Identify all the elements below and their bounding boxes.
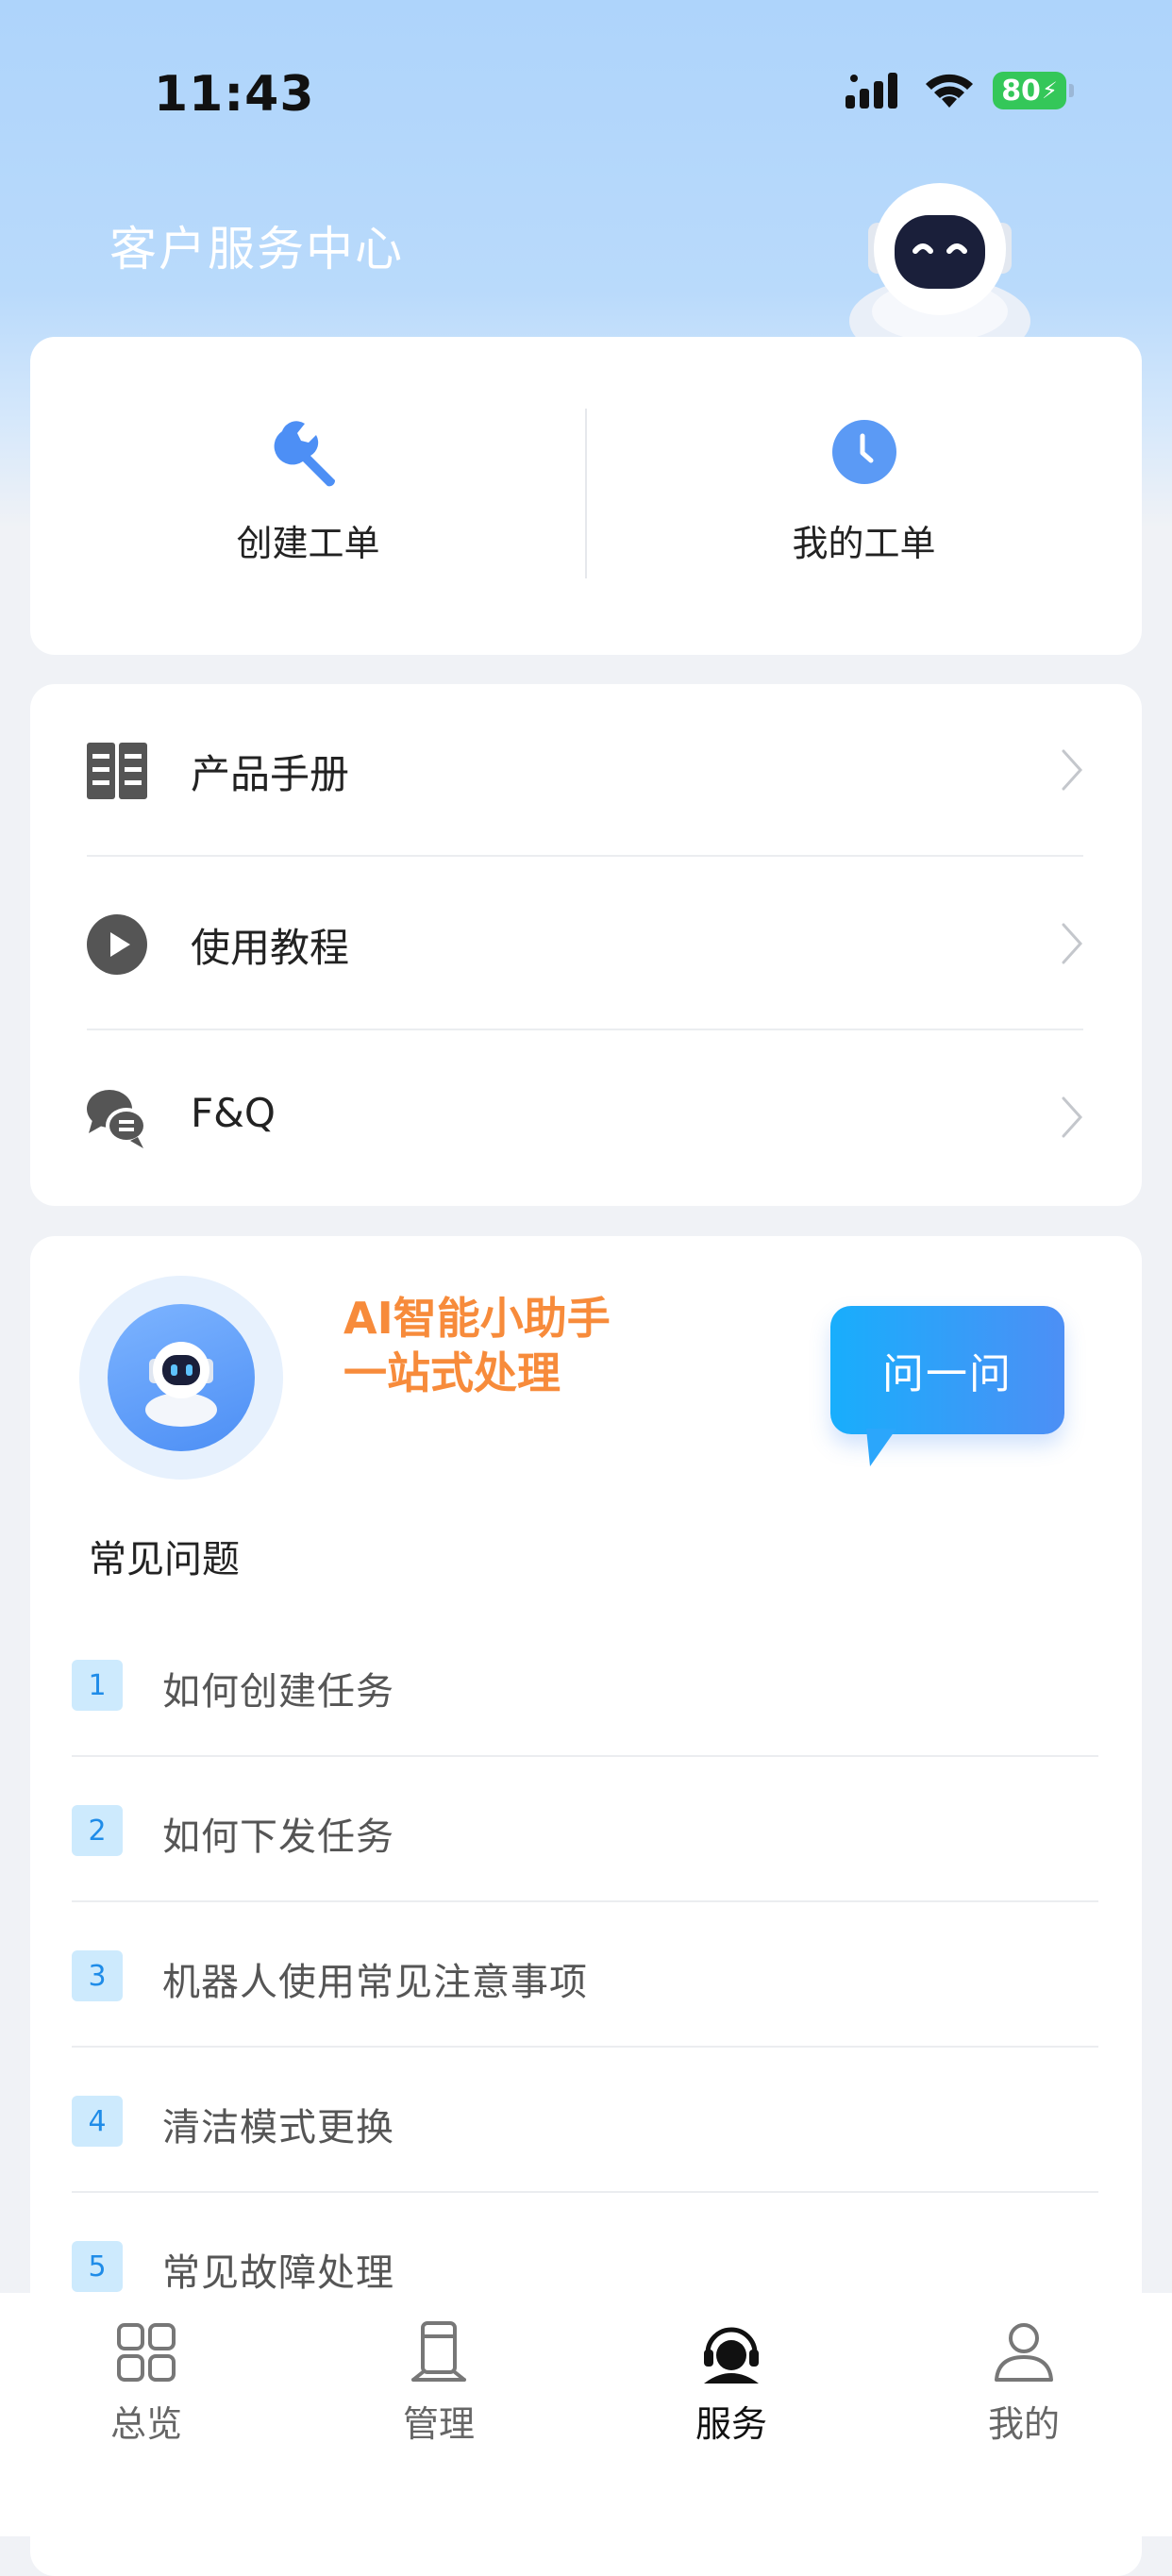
tab-service[interactable]: 服务: [585, 2319, 878, 2470]
faq-question: 如何下发任务: [162, 1815, 394, 1859]
assistant-title: AI智能小助手 一站式处理: [343, 1291, 611, 1400]
status-time: 11:43: [154, 66, 315, 123]
menu-item-label: 产品手册: [191, 751, 350, 797]
device-icon: [411, 2321, 466, 2382]
clock-icon: [829, 416, 900, 488]
person-icon: [995, 2323, 1053, 2382]
robot-mascot-icon: [849, 183, 1030, 340]
faq-item[interactable]: 4 清洁模式更换: [72, 2048, 1098, 2193]
faq-number-badge: 1: [72, 1660, 123, 1711]
ask-button[interactable]: 问一问: [830, 1306, 1064, 1434]
faq-item[interactable]: 2 如何下发任务: [72, 1757, 1098, 1902]
quick-actions-card: 创建工单 我的工单: [30, 337, 1142, 655]
faq-question: 机器人使用常见注意事项: [162, 1961, 588, 2004]
ask-button-tail: [866, 1429, 896, 1466]
charging-bolt-icon: ⚡: [1041, 77, 1058, 104]
create-ticket-label: 创建工单: [236, 523, 380, 564]
faq-item[interactable]: 3 机器人使用常见注意事项: [72, 1902, 1098, 2048]
chat-bubbles-icon: [87, 1090, 147, 1148]
grid-icon: [117, 2323, 176, 2382]
menu-item-tutorial[interactable]: 使用教程: [30, 858, 1142, 1031]
tab-overview[interactable]: 总览: [0, 2319, 293, 2470]
faq-item[interactable]: 1 如何创建任务: [72, 1612, 1098, 1757]
menu-item-label: F&Q: [191, 1090, 276, 1136]
battery-indicator: 80 ⚡: [993, 72, 1074, 109]
wifi-icon: [926, 74, 973, 108]
assistant-avatar: [79, 1276, 283, 1480]
divider: [87, 1029, 1083, 1030]
menu-item-faq[interactable]: F&Q: [30, 1031, 1142, 1205]
tab-label: 服务: [695, 2403, 767, 2445]
page-title: 客户服务中心: [109, 222, 404, 276]
faq-number-badge: 4: [72, 2096, 123, 2147]
assistant-title-line1: AI智能小助手: [343, 1293, 611, 1344]
tab-label: 管理: [402, 2403, 475, 2445]
book-icon: [87, 743, 147, 799]
robot-icon: [145, 1342, 217, 1427]
faq-question: 常见故障处理: [162, 2251, 394, 2295]
faq-question: 清洁模式更换: [162, 2106, 394, 2149]
tab-mine[interactable]: 我的: [878, 2319, 1170, 2470]
chevron-right-icon: [1062, 923, 1083, 964]
menu-item-product-manual[interactable]: 产品手册: [30, 684, 1142, 858]
headset-icon: [704, 2327, 759, 2384]
tab-label: 我的: [987, 2403, 1060, 2445]
tab-label: 总览: [109, 2403, 182, 2445]
faq-number-badge: 2: [72, 1805, 123, 1856]
tab-manage[interactable]: 管理: [293, 2319, 585, 2470]
chevron-right-icon: [1062, 749, 1083, 791]
create-ticket-button[interactable]: 创建工单: [30, 337, 586, 655]
my-tickets-label: 我的工单: [792, 523, 936, 564]
menu-item-label: 使用教程: [191, 925, 350, 971]
resources-menu-card: 产品手册 使用教程 F&Q: [30, 684, 1142, 1206]
faq-section-title: 常见问题: [89, 1538, 240, 1581]
faq-question: 如何创建任务: [162, 1670, 394, 1714]
play-icon: [87, 914, 147, 975]
faq-number-badge: 3: [72, 1950, 123, 2001]
faq-number-badge: 5: [72, 2241, 123, 2292]
status-icons: 80 ⚡: [846, 72, 1074, 109]
divider: [87, 855, 1083, 857]
cellular-signal-icon: [846, 73, 897, 109]
chevron-right-icon: [1062, 1096, 1083, 1138]
wrench-icon: [273, 416, 344, 488]
bottom-tab-bar: 总览 管理 服务 我的: [0, 2293, 1172, 2536]
my-tickets-button[interactable]: 我的工单: [586, 337, 1142, 655]
assistant-title-line2: 一站式处理: [343, 1347, 561, 1398]
battery-level: 80: [1001, 74, 1041, 108]
